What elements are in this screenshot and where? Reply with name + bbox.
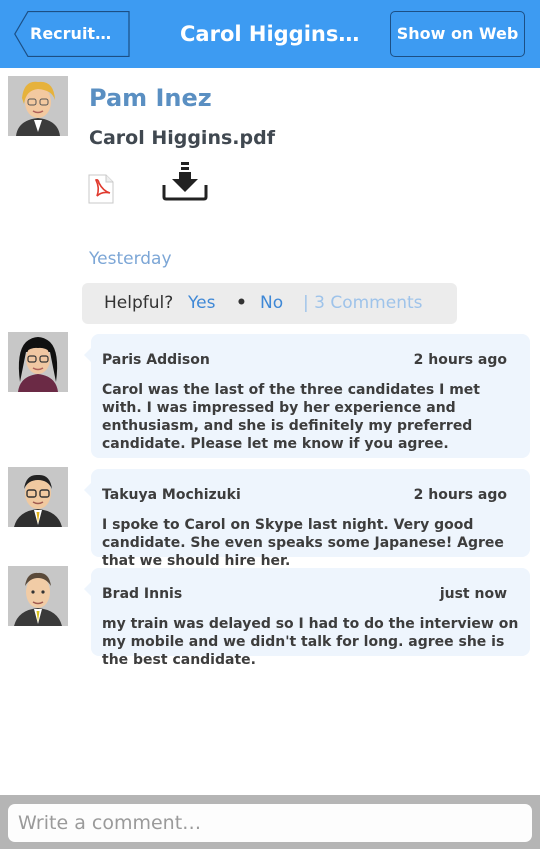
comment-author[interactable]: Paris Addison [102, 352, 210, 368]
download-icon[interactable] [162, 161, 208, 201]
helpful-separator: • [236, 293, 247, 313]
page-title: Carol Higgins.… [180, 22, 360, 46]
avatar-image [8, 332, 68, 392]
comment-author[interactable]: Brad Innis [102, 586, 182, 602]
post-date: Yesterday [89, 249, 172, 269]
avatar-image [8, 566, 68, 626]
post-author[interactable]: Pam Inez [89, 84, 212, 112]
comment-text: Carol was the last of the three candidat… [102, 382, 480, 452]
comment-composer [0, 795, 540, 849]
commenter-avatar[interactable] [8, 566, 68, 626]
pdf-icon[interactable] [88, 174, 114, 204]
comment-input[interactable] [8, 804, 532, 842]
helpful-yes-link[interactable]: Yes [188, 283, 215, 324]
comments-count-link[interactable]: | 3 Comments [303, 283, 423, 324]
helpful-no-link[interactable]: No [260, 283, 283, 324]
show-on-web-button[interactable]: Show on Web [390, 11, 525, 57]
avatar-image [8, 76, 68, 136]
comment-bubble: Brad Innis just now my train was delayed… [84, 568, 530, 668]
helpful-bar: Helpful? Yes • No | 3 Comments [82, 283, 457, 324]
comment-time: just now [439, 586, 507, 602]
commenter-avatar[interactable] [8, 467, 68, 527]
top-bar: Recruitme… Carol Higgins.… Show on Web [0, 0, 540, 68]
back-button-label: Recruitme… [30, 24, 126, 43]
comment-author[interactable]: Takuya Mochizuki [102, 487, 241, 503]
file-name[interactable]: Carol Higgins.pdf [89, 127, 275, 149]
comment-time: 2 hours ago [413, 487, 507, 503]
comment-time: 2 hours ago [413, 352, 507, 368]
avatar-image [8, 467, 68, 527]
author-avatar[interactable] [8, 76, 68, 136]
helpful-label: Helpful? [104, 293, 174, 313]
comment-bubble: Takuya Mochizuki 2 hours ago I spoke to … [84, 469, 530, 569]
comment-bubble: Paris Addison 2 hours ago Carol was the … [84, 334, 530, 458]
comment-text: I spoke to Carol on Skype last night. Ve… [102, 517, 504, 569]
commenter-avatar[interactable] [8, 332, 68, 392]
back-button[interactable]: Recruitme… [14, 11, 130, 57]
comment-text: my train was delayed so I had to do the … [102, 616, 519, 668]
